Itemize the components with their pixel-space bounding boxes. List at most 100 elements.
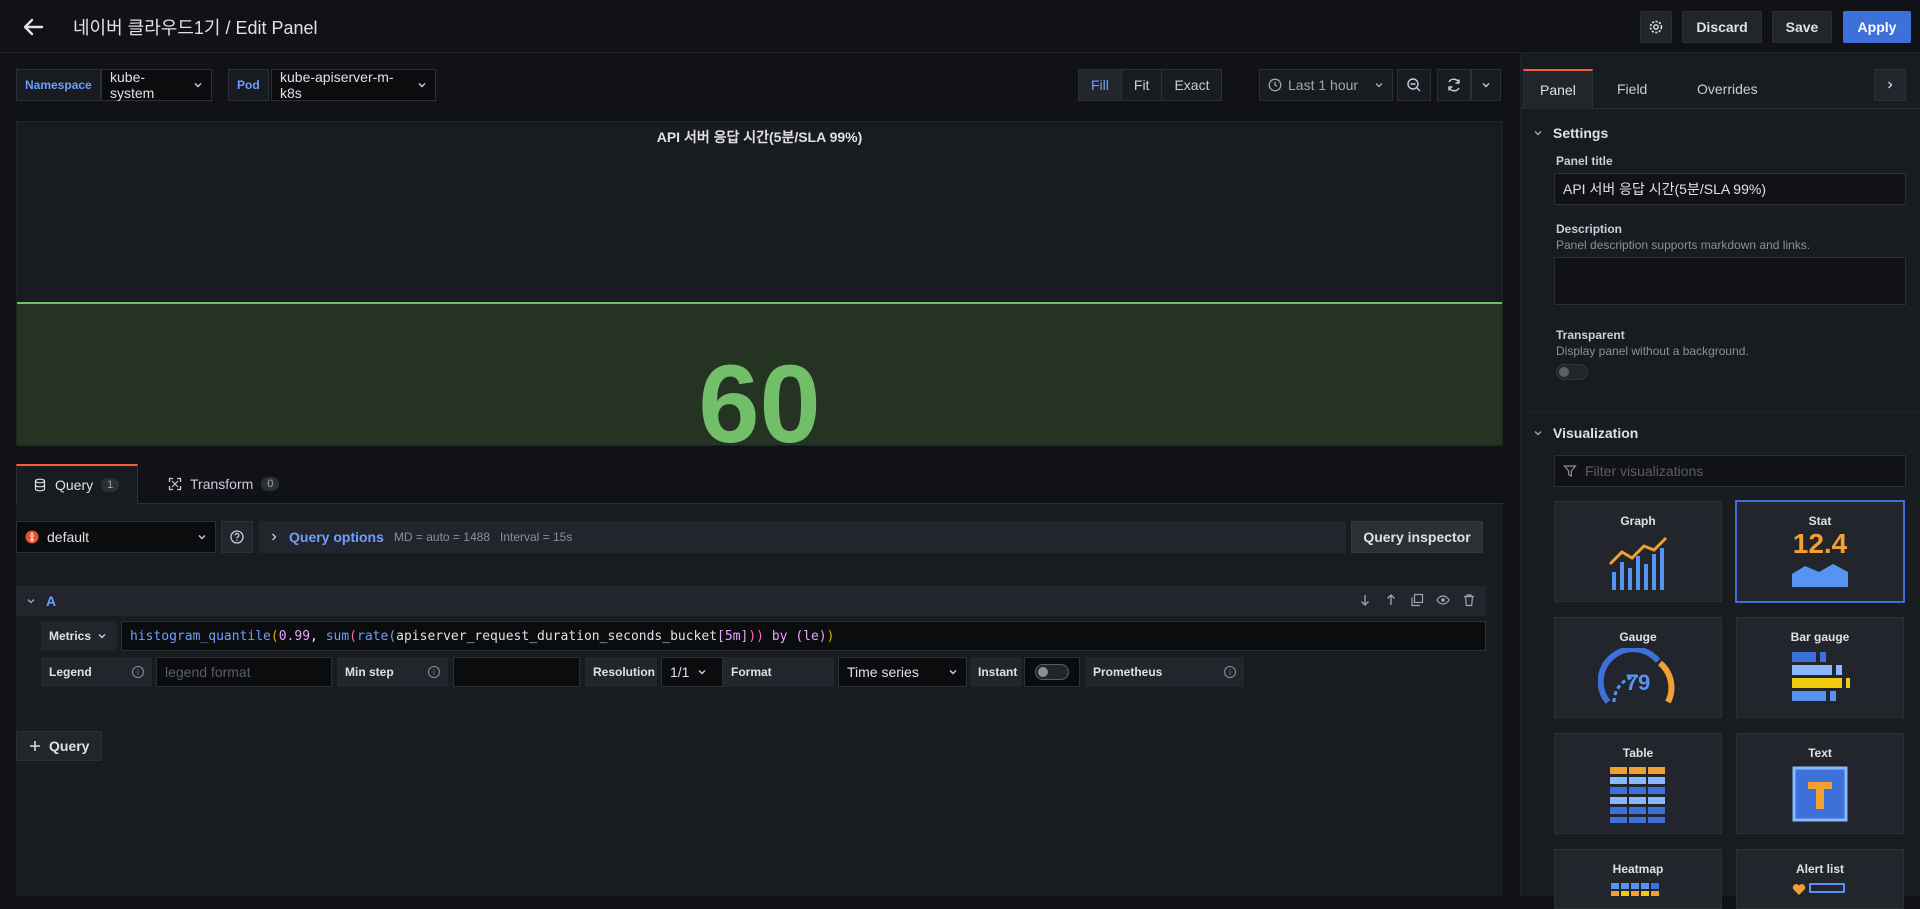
tab-query-label: Query [55,477,94,493]
back-arrow-icon[interactable] [20,14,46,40]
legend-label: Legend i [41,657,152,687]
promql-paren: ( [270,628,279,644]
viz-card-bar-gauge[interactable]: Bar gauge [1736,617,1904,718]
info-icon[interactable]: i [132,666,144,678]
dashboard-settings-button[interactable] [1640,11,1672,43]
filter-visualizations-input[interactable]: Filter visualizations [1554,455,1906,487]
chevron-right-icon [1885,80,1895,90]
info-icon[interactable]: i [428,666,440,678]
promql-comma: , [310,628,326,644]
refresh-button[interactable] [1437,69,1471,101]
min-step-input[interactable] [453,657,580,687]
chevron-down-icon [193,80,203,90]
panel-preview: API 서버 응답 시간(5분/SLA 99%) 60 [16,121,1503,446]
format-label: Format [723,657,834,687]
stat-viz-icon: 12.4 [1791,530,1849,588]
apply-button[interactable]: Apply [1843,11,1911,43]
resolution-select[interactable]: 1/1 [661,657,723,687]
visualization-section-header[interactable]: Visualization [1533,421,1638,445]
transform-icon [168,477,182,491]
query-options-interval: Interval = 15s [499,530,573,544]
viz-card-heatmap[interactable]: Heatmap [1554,849,1722,909]
add-query-button[interactable]: Query [16,731,102,761]
save-button[interactable]: Save [1772,11,1832,43]
transparent-toggle[interactable] [1556,364,1588,380]
trash-icon[interactable] [1462,593,1476,607]
tab-overrides[interactable]: Overrides [1681,69,1774,109]
viz-card-stat[interactable]: Stat 12.4 [1736,501,1904,602]
datasource-help-button[interactable] [221,521,253,553]
viz-card-gauge[interactable]: Gauge 79 [1554,617,1722,718]
viz-card-alert-list[interactable]: Alert list [1736,849,1904,909]
database-icon [33,478,47,492]
zoom-out-button[interactable] [1397,69,1431,101]
time-range-value: Last 1 hour [1288,77,1359,93]
viz-card-text[interactable]: Text [1736,733,1904,834]
tab-field[interactable]: Field [1601,69,1663,109]
time-range-picker[interactable]: Last 1 hour [1259,69,1393,101]
format-select[interactable]: Time series [838,657,967,687]
stat-viz-sample: 12.4 [1792,528,1848,559]
eye-icon[interactable] [1436,593,1450,607]
promql-fn: sum [325,628,350,644]
promql-group: (le) [795,628,827,644]
pod-select[interactable]: kube-apiserver-m-k8s [271,69,436,101]
metrics-label: Metrics [49,629,92,643]
view-mode-fill[interactable]: Fill [1079,70,1122,100]
refresh-icon [1446,77,1462,93]
promql-paren: ) [826,628,835,644]
panel-title-input[interactable]: API 서버 응답 시간(5분/SLA 99%) [1554,173,1906,205]
promql-fn: histogram_quantile [130,628,271,644]
viz-card-table[interactable]: Table [1554,733,1722,834]
visualization-heading: Visualization [1553,425,1639,441]
query-row-header[interactable]: A [16,586,1486,616]
refresh-interval-dropdown[interactable] [1471,69,1501,101]
chevron-down-icon [697,667,707,677]
instant-toggle[interactable] [1035,664,1069,680]
description-textarea[interactable] [1554,257,1906,305]
metrics-dropdown[interactable]: Metrics [41,621,117,651]
legend-format-input[interactable]: legend format [156,657,332,687]
discard-button[interactable]: Discard [1682,11,1762,43]
pod-value: kube-apiserver-m-k8s [280,69,394,101]
tab-transform[interactable]: Transform 0 [152,464,295,504]
view-mode-fit[interactable]: Fit [1122,70,1163,100]
text-viz-icon [1792,766,1848,822]
resolution-label: Resolution [585,657,657,687]
query-inspector-button[interactable]: Query inspector [1351,521,1483,553]
viz-name: Graph [1620,514,1656,528]
viz-card-graph[interactable]: Graph [1554,501,1722,602]
datasource-select[interactable]: default [16,521,216,553]
question-circle-icon [230,530,244,544]
info-icon[interactable]: i [1224,666,1236,678]
duplicate-icon[interactable] [1410,593,1424,607]
viz-name: Heatmap [1612,862,1664,876]
collapse-options-button[interactable] [1874,69,1906,101]
promql-paren: ( [388,628,397,644]
promql-metric: apiserver_request_duration_seconds_bucke… [396,628,718,644]
chevron-down-icon[interactable] [26,596,36,606]
viz-name: Table [1622,746,1654,760]
namespace-select[interactable]: kube-system [101,69,212,101]
query-options-label: Query options [289,529,384,545]
panel-title-label: Panel title [1556,154,1613,168]
min-step-label-text: Min step [345,665,394,679]
instant-label: Instant [970,657,1022,687]
settings-section-header[interactable]: Settings [1533,121,1608,145]
move-up-icon[interactable] [1384,593,1398,607]
viz-name: Alert list [1795,862,1844,876]
promql-query-input[interactable]: histogram_quantile(0.99, sum(rate(apiser… [121,621,1486,651]
query-options-toggle[interactable]: Query options MD = auto = 1488 Interval … [259,521,1346,553]
viz-name: Gauge [1619,630,1657,644]
stat-value: 60 [698,343,821,446]
chevron-down-icon [1481,80,1491,90]
min-step-label: Min step i [337,657,448,687]
move-down-icon[interactable] [1358,593,1372,607]
query-editor-area [16,504,1503,896]
view-mode-exact[interactable]: Exact [1162,70,1221,100]
description-hint: Panel description supports markdown and … [1556,238,1811,252]
view-mode-group: Fill Fit Exact [1078,69,1223,101]
gauge-viz-icon: 79 [1598,648,1678,706]
tab-query[interactable]: Query 1 [16,464,138,504]
tab-panel[interactable]: Panel [1523,69,1593,109]
